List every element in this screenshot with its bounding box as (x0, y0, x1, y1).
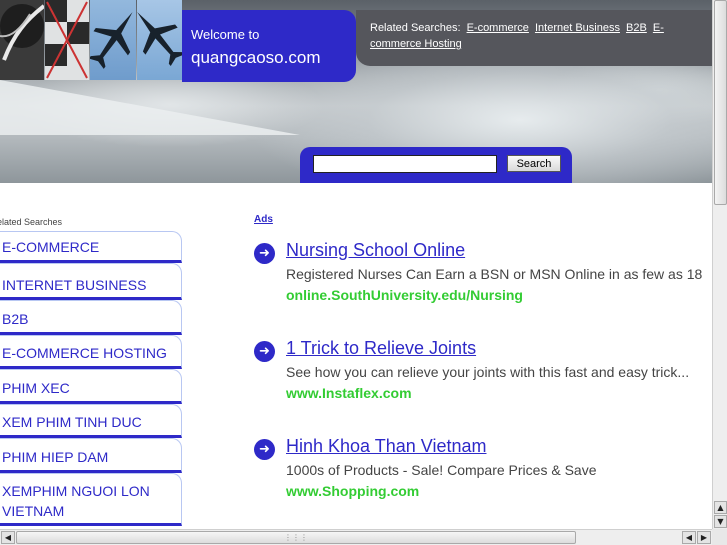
ads-label[interactable]: Ads (254, 214, 273, 225)
left-item-ecommerce-hosting[interactable]: E-COMMERCE HOSTING (0, 335, 182, 369)
chevron-left-icon[interactable]: ◀ (682, 531, 696, 544)
related-link-internet-business[interactable]: Internet Business (535, 22, 620, 34)
scrollbar-corner (712, 529, 727, 545)
related-link-b2b[interactable]: B2B (626, 22, 647, 34)
ad-title[interactable]: Nursing School Online (286, 240, 465, 261)
ad-description: See how you can relieve your joints with… (286, 364, 690, 380)
arrow-right-circle-icon[interactable]: ➜ (254, 341, 275, 362)
photo-tile-airplane-2 (137, 0, 182, 80)
page-viewport: Welcome to quangcaoso.com Related Search… (0, 0, 712, 529)
header-banner: Welcome to quangcaoso.com Related Search… (0, 0, 712, 183)
horizontal-scrollbar[interactable]: ◀ ⋮⋮⋮ ◀ ▶ (0, 529, 712, 545)
arrow-right-circle-icon[interactable]: ➜ (254, 439, 275, 460)
welcome-banner: Welcome to quangcaoso.com (182, 10, 356, 82)
photo-tile-chess (45, 0, 89, 80)
chevron-right-icon[interactable]: ▶ (697, 531, 711, 544)
header-related-searches: Related Searches: E-commerce Internet Bu… (356, 10, 712, 66)
ad-url[interactable]: www.Instaflex.com (286, 385, 412, 401)
ad-description: 1000s of Products - Sale! Compare Prices… (286, 462, 597, 478)
vertical-scroll-thumb[interactable] (714, 0, 727, 205)
ad-title[interactable]: Hinh Khoa Than Vietnam (286, 436, 486, 457)
airplane-wing-graphic (0, 80, 300, 135)
photo-tile-airplane-1 (90, 0, 136, 80)
search-bar: Search (300, 147, 572, 183)
chevron-left-icon[interactable]: ◀ (1, 531, 15, 544)
ad-title[interactable]: 1 Trick to Relieve Joints (286, 338, 476, 359)
left-related-heading: elated Searches (0, 217, 63, 227)
left-item-ecommerce[interactable]: E-COMMERCE (0, 231, 182, 263)
ad-url[interactable]: online.SouthUniversity.edu/Nursing (286, 287, 523, 303)
left-related-list: E-COMMERCE INTERNET BUSINESS B2B E-COMME… (0, 231, 182, 526)
left-item-xemphim-nguoi-lon-vietnam[interactable]: XEMPHIM NGUOI LON VIETNAM (0, 473, 182, 526)
photo-tile-pen (0, 0, 44, 80)
pen-icon (0, 4, 44, 61)
ad-description: Registered Nurses Can Earn a BSN or MSN … (286, 266, 703, 282)
left-item-phim-xec[interactable]: PHIM XEC (0, 369, 182, 404)
ad-url[interactable]: www.Shopping.com (286, 483, 419, 499)
left-item-b2b[interactable]: B2B (0, 300, 182, 335)
vertical-scrollbar[interactable]: ▲ ▼ (712, 0, 727, 529)
arrow-right-circle-icon[interactable]: ➜ (254, 243, 275, 264)
welcome-text: Welcome to (191, 27, 260, 42)
left-item-xem-phim-tinh-duc[interactable]: XEM PHIM TINH DUC (0, 404, 182, 438)
chevron-up-icon[interactable]: ▲ (714, 501, 727, 514)
related-searches-label: Related Searches: (370, 22, 461, 34)
chess-board-icon (45, 0, 89, 80)
airplane-icon (90, 12, 133, 69)
related-link-ecommerce[interactable]: E-commerce (467, 22, 529, 34)
horizontal-scroll-thumb[interactable]: ⋮⋮⋮ (16, 531, 576, 544)
left-item-internet-business[interactable]: INTERNET BUSINESS (0, 263, 182, 300)
airplane-icon (137, 11, 182, 67)
search-button[interactable]: Search (507, 155, 561, 172)
site-name: quangcaoso.com (191, 48, 321, 67)
header-photo-strip (0, 0, 182, 82)
chevron-down-icon[interactable]: ▼ (714, 515, 727, 528)
left-item-phim-hiep-dam[interactable]: PHIM HIEP DAM (0, 438, 182, 473)
search-input[interactable] (313, 155, 497, 173)
